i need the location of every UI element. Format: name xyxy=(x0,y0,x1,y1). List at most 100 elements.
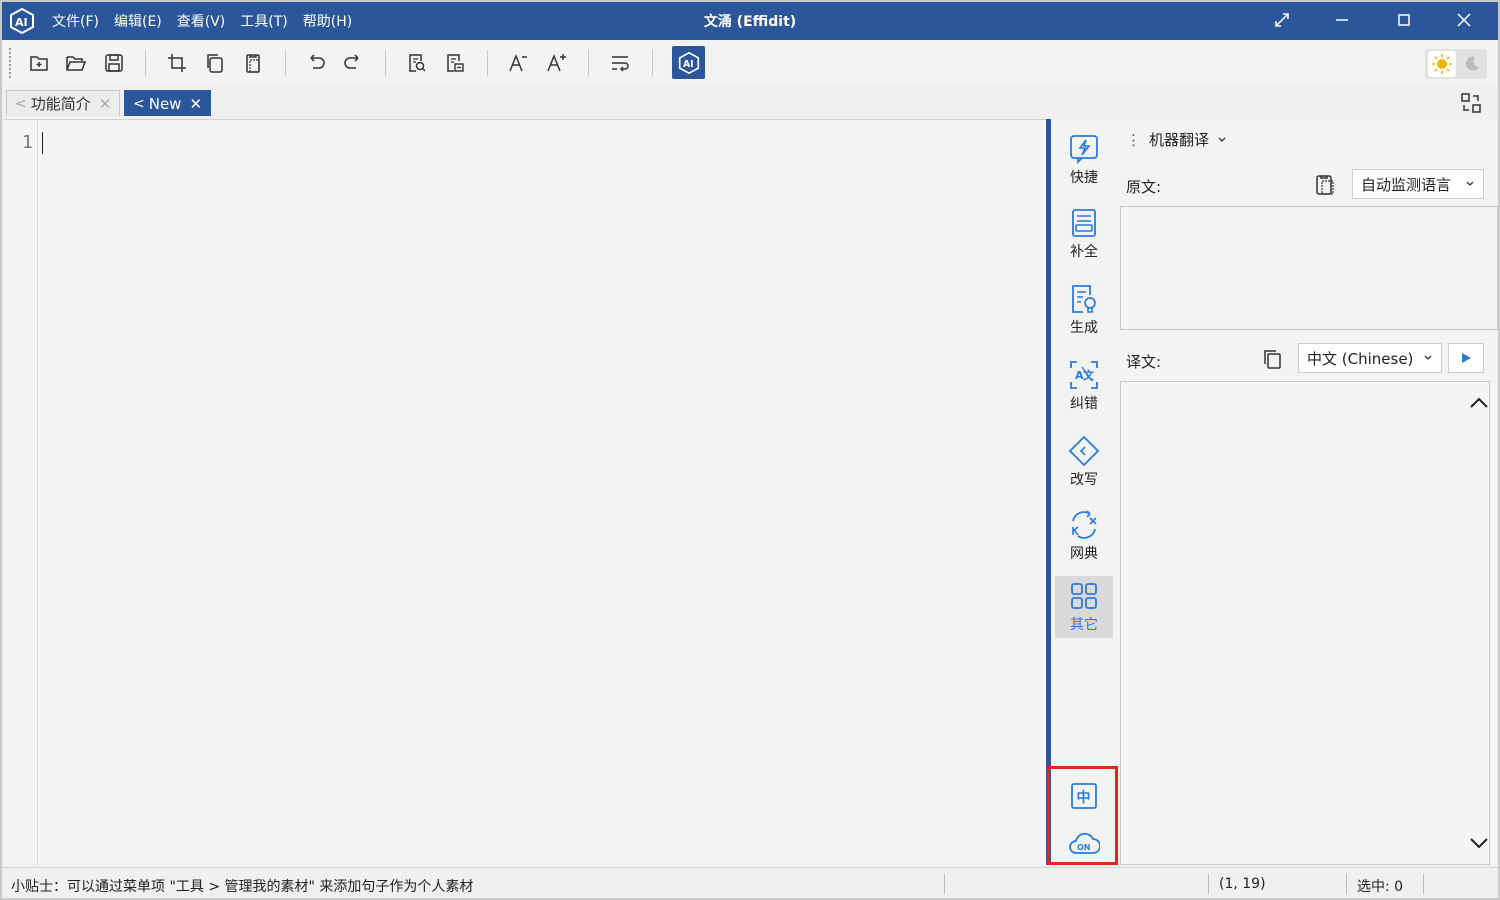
maximize-button[interactable] xyxy=(1374,0,1434,40)
tab-bar: < 功能简介 ✕ < New ✕ xyxy=(0,88,1500,118)
replace-button[interactable] xyxy=(441,49,469,77)
fullscreen-button[interactable] xyxy=(1252,0,1312,40)
title-bar: AI 文件(F) 编辑(E) 查看(V) 工具(T) 帮助(H) 文涌 (Eff… xyxy=(0,0,1500,40)
translate-button[interactable] xyxy=(1448,343,1484,373)
grid-icon xyxy=(1071,583,1097,609)
status-bar: 小贴士：可以通过菜单项 "工具 > 管理我的素材" 来添加句子作为个人素材 (1… xyxy=(0,867,1500,900)
open-folder-button[interactable] xyxy=(62,49,90,77)
source-label: 原文: xyxy=(1126,178,1162,196)
word-wrap-button[interactable] xyxy=(606,49,634,77)
undo-icon xyxy=(310,54,325,69)
highlight-box xyxy=(1047,766,1118,865)
paste-button[interactable] xyxy=(239,49,267,77)
replace-icon xyxy=(447,54,464,72)
status-separator xyxy=(1346,874,1347,894)
toolbar-separator xyxy=(385,50,386,76)
toolbar-grip[interactable] xyxy=(9,48,11,78)
toolbar-separator xyxy=(652,50,653,76)
chevron-down-icon xyxy=(1466,181,1474,186)
save-icon xyxy=(105,54,123,72)
open-folder-icon xyxy=(66,56,87,71)
tab-arrow-icon: < xyxy=(133,95,145,112)
new-file-icon xyxy=(30,56,48,71)
expand-icon xyxy=(1275,13,1289,27)
copy-button[interactable] xyxy=(201,49,229,77)
close-icon xyxy=(1457,13,1471,27)
side-tool-label: 改写 xyxy=(1070,472,1098,488)
wrap-icon xyxy=(612,56,629,72)
font-decrease-button[interactable] xyxy=(504,49,532,77)
cursor-position: (1, 19) xyxy=(1219,876,1266,892)
source-text-input[interactable] xyxy=(1120,206,1498,330)
drag-handle-icon: ⋮ xyxy=(1126,130,1141,149)
minimize-button[interactable] xyxy=(1312,0,1372,40)
moon-icon xyxy=(1465,56,1479,71)
tab-close-icon[interactable]: ✕ xyxy=(99,95,112,113)
source-language-select[interactable]: 自动监测语言 xyxy=(1352,169,1484,199)
chevron-down-icon xyxy=(1424,355,1432,360)
side-tool-label: 补全 xyxy=(1070,244,1098,260)
save-button[interactable] xyxy=(100,49,128,77)
toolbar xyxy=(0,40,1500,86)
text-editor[interactable]: 1 xyxy=(4,119,1046,865)
panel-header[interactable]: ⋮ 机器翻译 xyxy=(1126,129,1227,150)
paste-icon xyxy=(246,54,260,73)
svg-text:AI: AI xyxy=(682,59,693,70)
side-tool-complete[interactable]: 补全 xyxy=(1055,203,1113,265)
light-theme-button[interactable] xyxy=(1428,51,1456,77)
layout-switch-icon[interactable] xyxy=(1460,92,1482,114)
tab-arrow-icon: < xyxy=(15,95,27,112)
theme-toggle[interactable] xyxy=(1425,49,1487,79)
rewrite-icon xyxy=(1068,435,1100,467)
side-tool-label: 纠错 xyxy=(1070,396,1098,412)
status-separator xyxy=(944,874,945,894)
undo-button[interactable] xyxy=(302,49,330,77)
font-increase-icon xyxy=(547,53,566,72)
font-decrease-icon xyxy=(509,53,527,72)
side-tool-dictionary[interactable]: 网典 xyxy=(1055,505,1113,567)
find-button[interactable] xyxy=(403,49,431,77)
dark-theme-button[interactable] xyxy=(1459,51,1485,77)
selection-count: 选中: 0 xyxy=(1357,879,1404,895)
redo-button[interactable] xyxy=(339,49,367,77)
side-tool-others[interactable]: 其它 xyxy=(1055,576,1113,638)
tab-intro[interactable]: < 功能简介 ✕ xyxy=(6,90,121,116)
toolbar-separator xyxy=(285,50,286,76)
tab-label: 功能简介 xyxy=(30,95,91,113)
sun-icon xyxy=(1432,54,1452,74)
correct-icon: A文 xyxy=(1070,361,1098,389)
source-language-value: 自动监测语言 xyxy=(1361,175,1452,194)
tab-new[interactable]: < New ✕ xyxy=(124,90,212,116)
redo-icon xyxy=(344,54,359,69)
ai-assistant-button[interactable]: AI xyxy=(672,46,705,79)
scroll-down-icon[interactable] xyxy=(1468,832,1490,854)
close-button[interactable] xyxy=(1434,0,1494,40)
tab-label: New xyxy=(148,94,182,113)
side-tool-rewrite[interactable]: 改写 xyxy=(1055,431,1113,493)
new-file-button[interactable] xyxy=(25,49,53,77)
translation-panel: ⋮ 机器翻译 原文: 自动监测语言 译文: 中文 (Chinese) xyxy=(1118,119,1498,865)
copy-translation-icon[interactable] xyxy=(1262,348,1284,370)
side-toolbar: 快捷 补全 生成 A文 纠错 改写 网典 其它 xyxy=(1051,119,1118,865)
dictionary-icon xyxy=(1072,510,1097,539)
side-tool-generate[interactable]: 生成 xyxy=(1055,279,1113,341)
toolbar-separator xyxy=(145,50,146,76)
line-number-gutter xyxy=(4,120,38,865)
cut-button[interactable] xyxy=(163,49,191,77)
crop-icon xyxy=(168,54,186,72)
font-increase-button[interactable] xyxy=(542,49,570,77)
copy-icon xyxy=(207,54,223,73)
status-separator xyxy=(1208,874,1209,894)
clipboard-icon[interactable] xyxy=(1314,173,1336,197)
status-tip: 小贴士：可以通过菜单项 "工具 > 管理我的素材" 来添加句子作为个人素材 xyxy=(11,879,474,895)
status-separator xyxy=(1423,874,1424,894)
target-language-value: 中文 (Chinese) xyxy=(1307,349,1414,368)
target-language-select[interactable]: 中文 (Chinese) xyxy=(1298,343,1442,373)
side-tool-shortcut[interactable]: 快捷 xyxy=(1055,129,1113,191)
line-number: 1 xyxy=(22,132,33,153)
generate-icon xyxy=(1072,285,1096,313)
side-tool-correct[interactable]: A文 纠错 xyxy=(1055,355,1113,417)
tab-close-icon[interactable]: ✕ xyxy=(189,95,202,113)
scroll-up-icon[interactable] xyxy=(1468,392,1490,414)
side-tool-label: 其它 xyxy=(1070,617,1098,633)
